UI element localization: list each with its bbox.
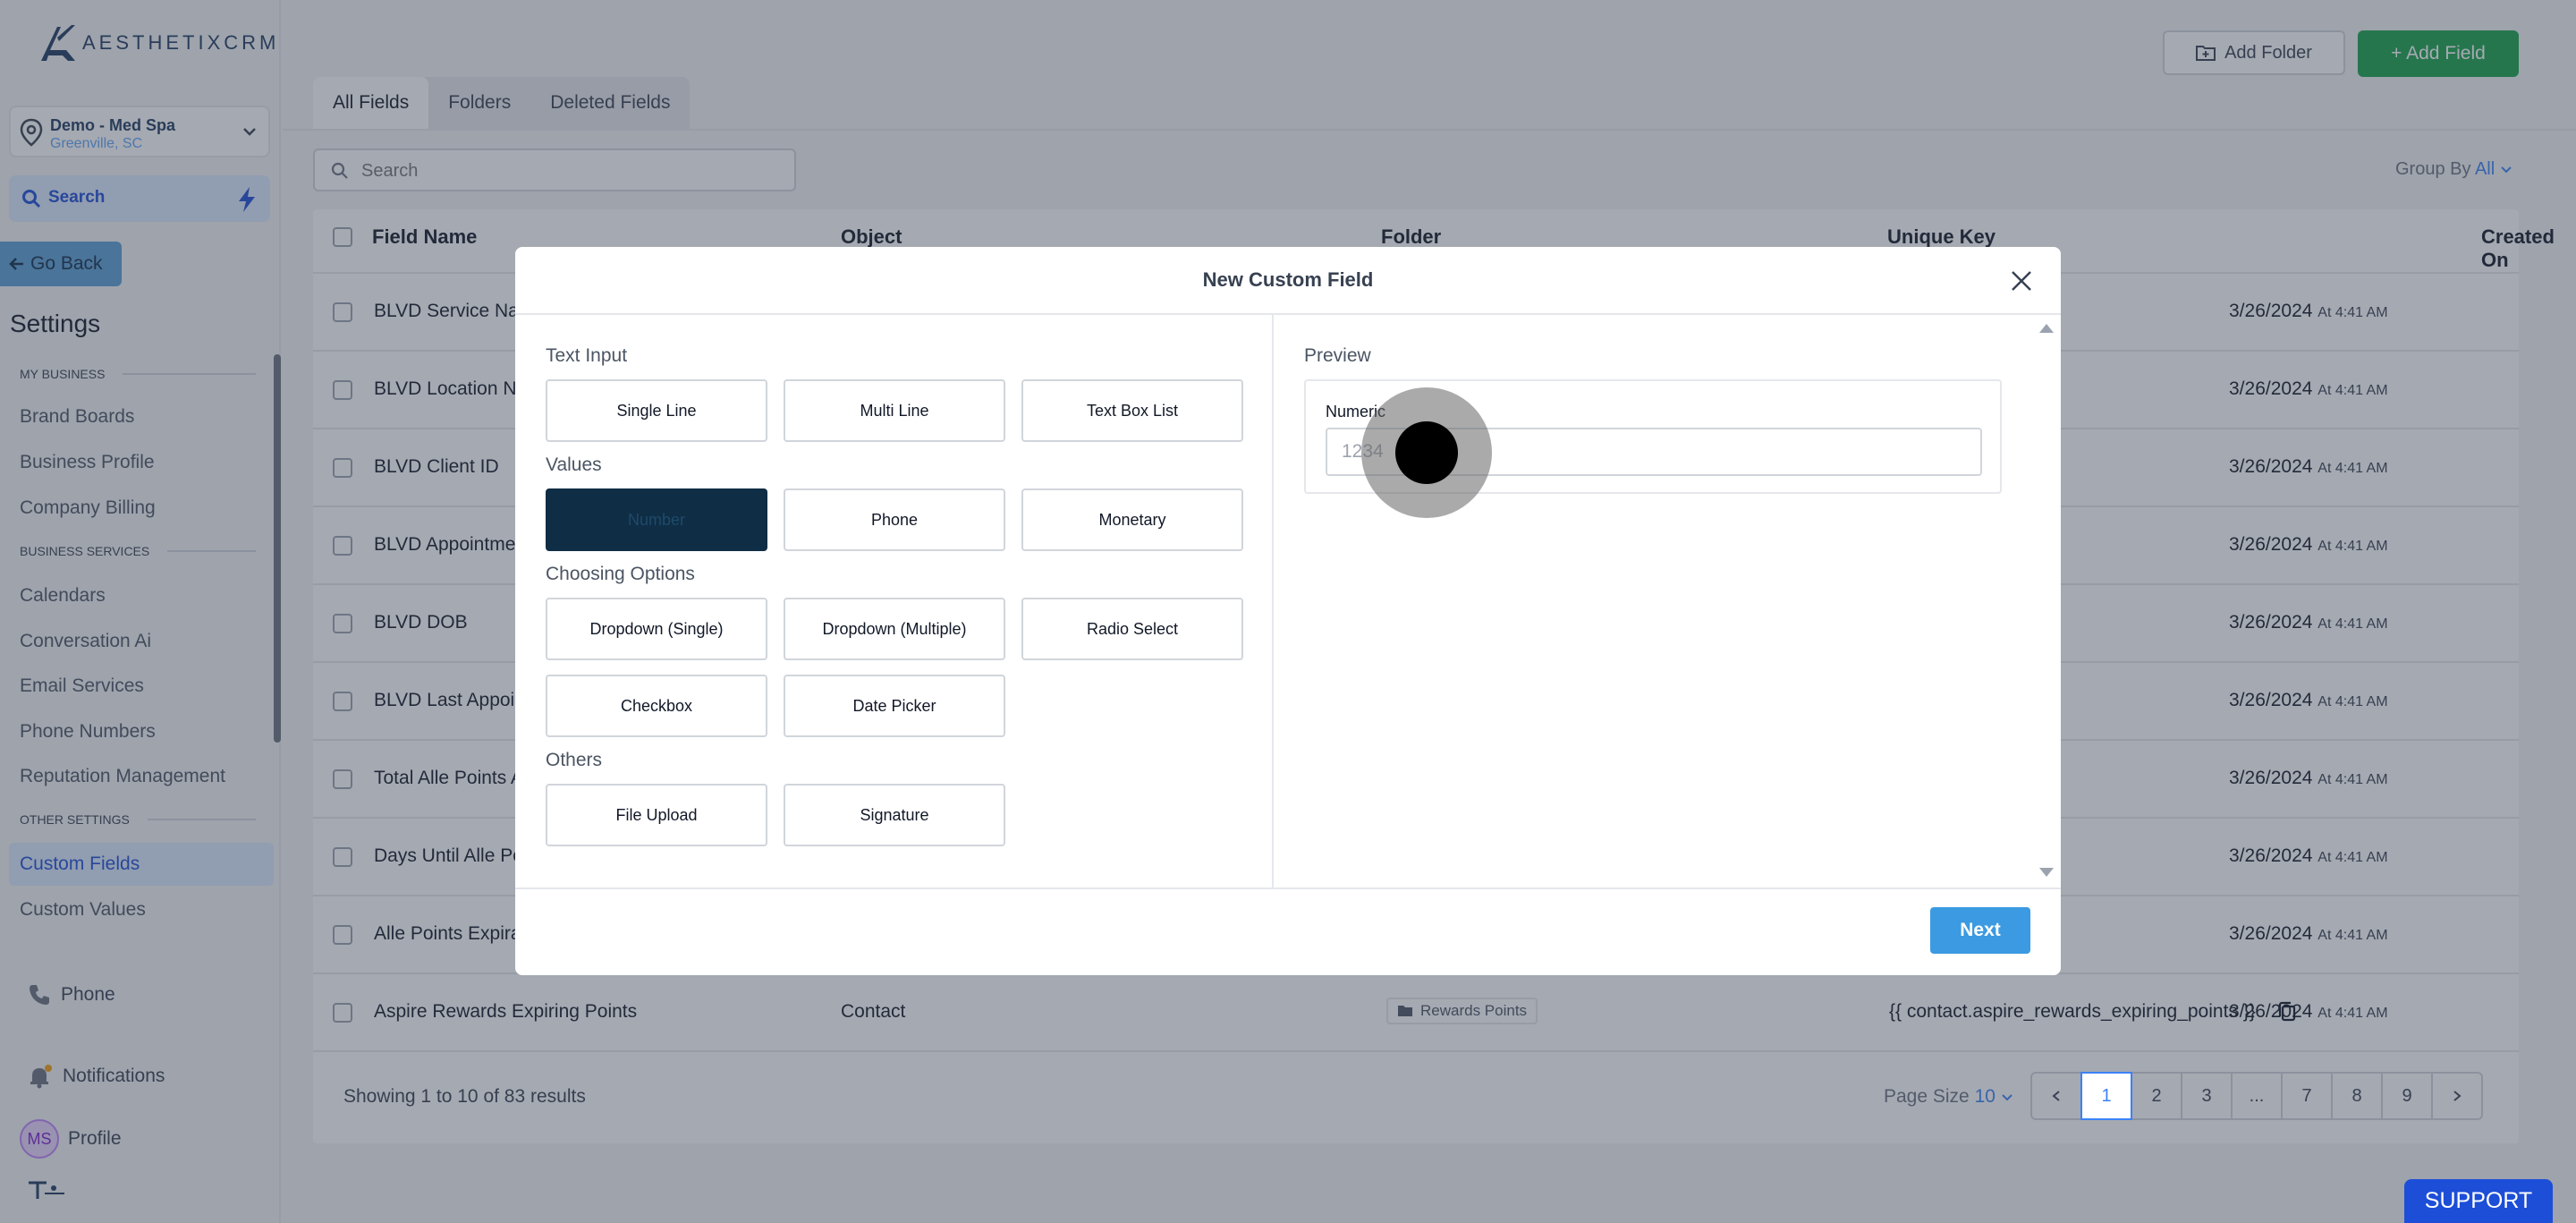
group-values: Values: [546, 454, 602, 475]
close-icon[interactable]: [2009, 268, 2034, 293]
next-button[interactable]: Next: [1930, 907, 2030, 954]
cursor-pointer: [1395, 421, 1458, 484]
type-monetary-button[interactable]: Monetary: [1021, 488, 1243, 551]
modal-header-divider: [515, 313, 2061, 315]
type-radio-select-button[interactable]: Radio Select: [1021, 598, 1243, 660]
new-custom-field-modal: New Custom Field Text Input Single Line …: [515, 247, 2061, 975]
modal-title: New Custom Field: [1202, 268, 1374, 291]
pane-divider: [1272, 315, 1274, 888]
type-single-line-button[interactable]: Single Line: [546, 379, 767, 442]
group-text-input: Text Input: [546, 345, 628, 366]
group-others: Others: [546, 750, 603, 770]
support-button[interactable]: SUPPORT: [2404, 1179, 2553, 1223]
type-multi-line-button[interactable]: Multi Line: [784, 379, 1005, 442]
type-dropdown-single-button[interactable]: Dropdown (Single): [546, 598, 767, 660]
type-dropdown-multiple-button[interactable]: Dropdown (Multiple): [784, 598, 1005, 660]
scroll-up-arrow[interactable]: [2039, 324, 2054, 333]
type-number-button[interactable]: Number: [546, 488, 767, 551]
preview-label: Preview: [1304, 345, 1371, 366]
type-phone-button[interactable]: Phone: [784, 488, 1005, 551]
scroll-down-arrow[interactable]: [2039, 868, 2054, 877]
type-date-picker-button[interactable]: Date Picker: [784, 675, 1005, 737]
type-signature-button[interactable]: Signature: [784, 784, 1005, 846]
type-text-box-list-button[interactable]: Text Box List: [1021, 379, 1243, 442]
group-choosing-options: Choosing Options: [546, 564, 695, 584]
modal-footer-divider: [515, 888, 2061, 889]
type-checkbox-button[interactable]: Checkbox: [546, 675, 767, 737]
page-button-1[interactable]: 1: [2080, 1072, 2132, 1120]
type-file-upload-button[interactable]: File Upload: [546, 784, 767, 846]
